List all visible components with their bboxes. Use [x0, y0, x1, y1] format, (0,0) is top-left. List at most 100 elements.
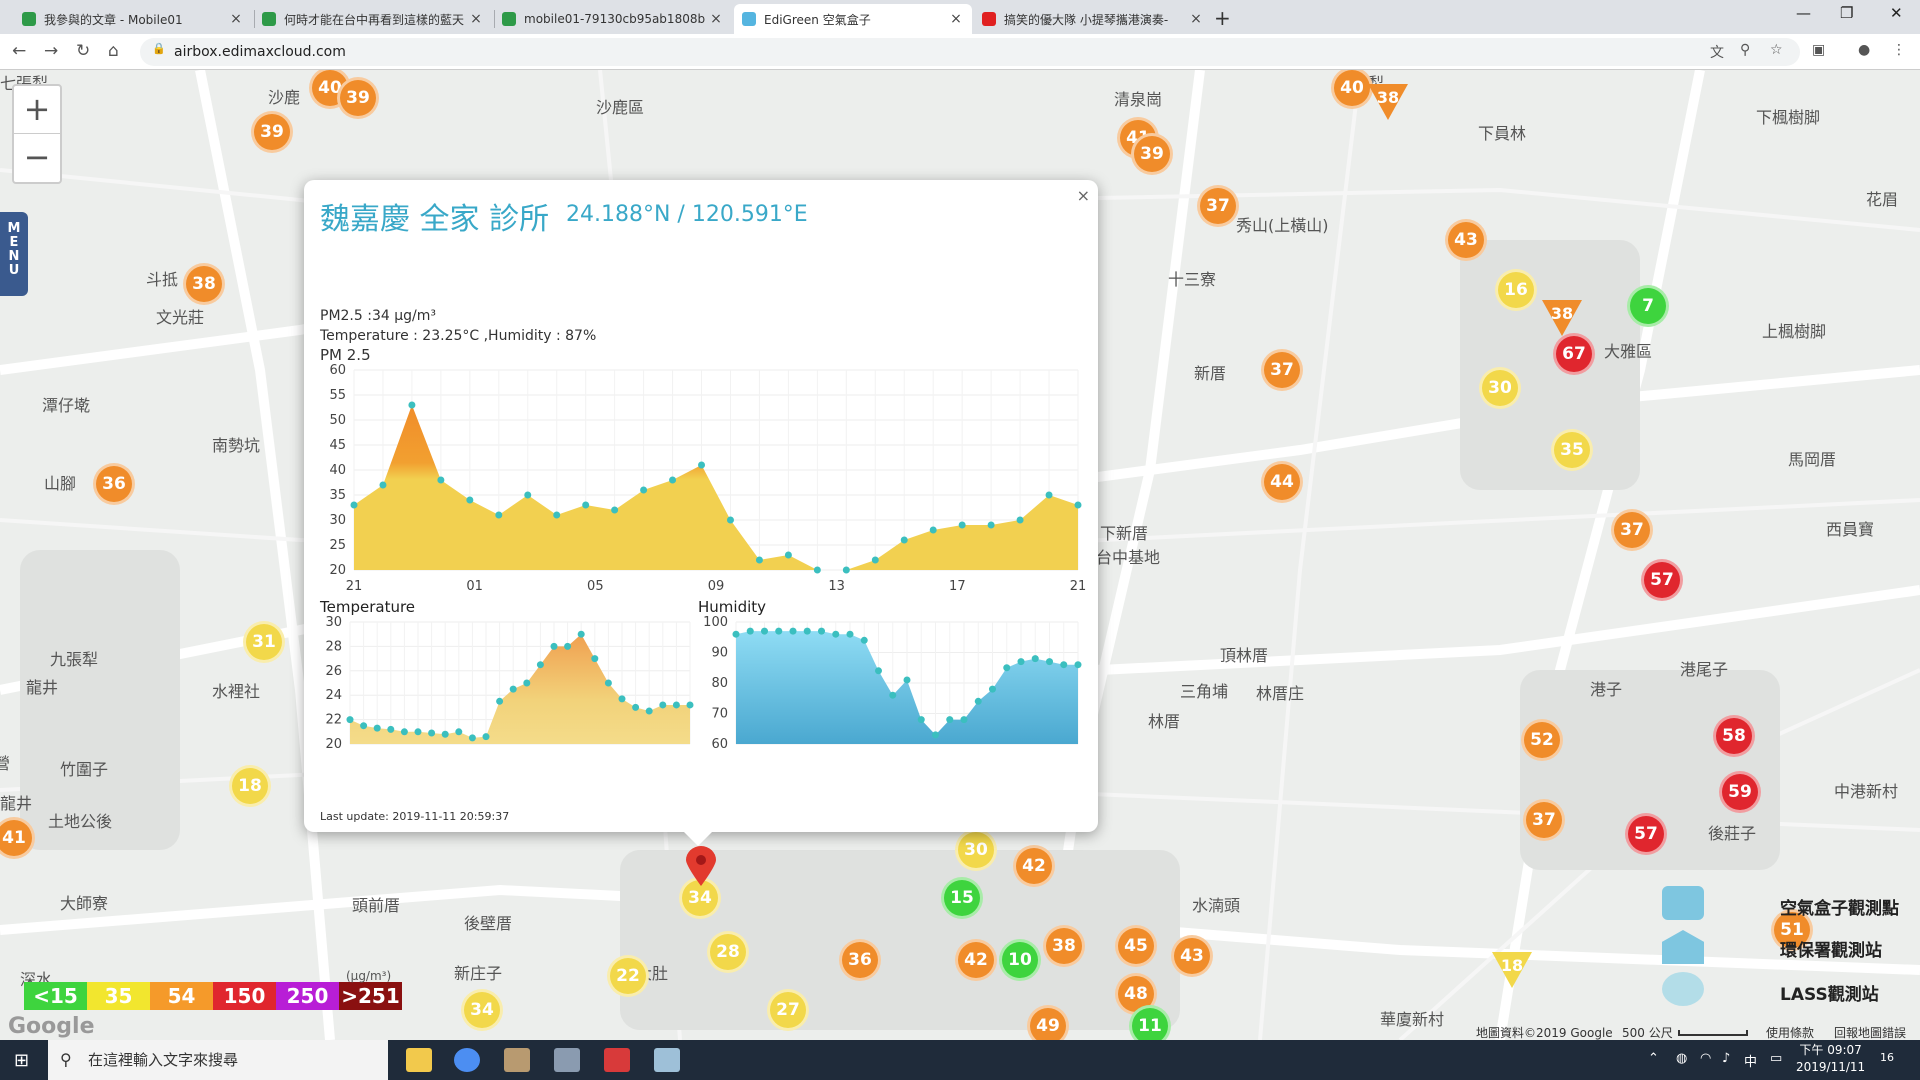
- close-tab-icon[interactable]: ×: [948, 11, 964, 27]
- airbox-marker[interactable]: 10: [999, 939, 1041, 981]
- translate-icon[interactable]: 文: [1710, 42, 1724, 62]
- windows-start-icon[interactable]: ⊞: [14, 1050, 29, 1071]
- restore-button[interactable]: ❐: [1840, 4, 1853, 22]
- wifi-icon[interactable]: ◠: [1700, 1051, 1711, 1066]
- data-point: [917, 716, 925, 724]
- data-point: [360, 722, 368, 730]
- airbox-marker[interactable]: 59: [1719, 771, 1761, 813]
- lass-marker[interactable]: 18: [1492, 952, 1532, 988]
- map[interactable]: 沙鹿區沙鹿清泉崗六張犁下員林下楓樹脚花眉十三寮秀山(上橫山)斗抵文光莊大雅區上楓…: [0, 70, 1920, 1040]
- account-icon[interactable]: ●: [1858, 42, 1870, 58]
- place-label: 土地公後: [48, 812, 113, 831]
- airbox-marker[interactable]: 43: [1171, 935, 1213, 977]
- app-icon-6[interactable]: [654, 1048, 680, 1072]
- airbox-marker[interactable]: 57: [1625, 813, 1667, 855]
- close-tab-icon[interactable]: ×: [468, 11, 484, 27]
- file-explorer-icon[interactable]: [406, 1048, 432, 1072]
- menu-button[interactable]: MENU: [0, 212, 28, 296]
- tab-5[interactable]: 搞笑的優大隊 小提琴攜港演奏- ×: [974, 4, 1212, 34]
- minimize-button[interactable]: —: [1796, 4, 1811, 22]
- bookmark-star-icon[interactable]: ☆: [1770, 42, 1783, 58]
- zoom-in-button[interactable]: +: [14, 86, 60, 134]
- data-point: [900, 536, 908, 544]
- app-icon-3[interactable]: [504, 1048, 530, 1072]
- app-icon-5[interactable]: [604, 1048, 630, 1072]
- home-icon[interactable]: ⌂: [108, 41, 119, 61]
- airbox-marker[interactable]: 57: [1641, 559, 1683, 601]
- airbox-marker[interactable]: 39: [337, 77, 379, 119]
- airbox-marker[interactable]: 39: [1131, 133, 1173, 175]
- ime-indicator[interactable]: 中: [1744, 1051, 1757, 1070]
- airbox-marker[interactable]: 18: [229, 765, 271, 807]
- station-popup: × 魏嘉慶 全家 診所 24.188°N / 120.591°E PM2.5 :…: [304, 180, 1098, 846]
- airbox-marker[interactable]: 37: [1611, 509, 1653, 551]
- airbox-marker[interactable]: 16: [1495, 269, 1537, 311]
- airbox-marker[interactable]: 38: [1043, 925, 1085, 967]
- lass-marker[interactable]: 38: [1542, 300, 1582, 336]
- zoom-out-button[interactable]: −: [14, 134, 60, 182]
- airbox-marker[interactable]: 15: [941, 877, 983, 919]
- airbox-marker[interactable]: 49: [1027, 1005, 1069, 1040]
- close-window-button[interactable]: ✕: [1890, 4, 1903, 22]
- report-error-link[interactable]: 回報地圖錯誤: [1834, 1024, 1906, 1040]
- data-point: [960, 716, 968, 724]
- forward-icon[interactable]: →: [44, 41, 58, 61]
- data-point: [746, 627, 754, 635]
- lass-marker[interactable]: 38: [1368, 84, 1408, 120]
- reload-icon[interactable]: ↻: [76, 41, 90, 61]
- airbox-marker[interactable]: 7: [1627, 285, 1669, 327]
- airbox-marker[interactable]: 30: [1479, 367, 1521, 409]
- airbox-marker[interactable]: 37: [1197, 185, 1239, 227]
- close-tab-icon[interactable]: ×: [708, 11, 724, 27]
- y-tick-label: 60: [711, 737, 728, 752]
- extension-icon[interactable]: ▣: [1812, 42, 1825, 58]
- airbox-marker[interactable]: 44: [1261, 461, 1303, 503]
- volume-icon[interactable]: ♪: [1722, 1051, 1730, 1066]
- tray-up-icon[interactable]: ⌃: [1648, 1051, 1659, 1066]
- taskbar-clock[interactable]: 下午 09:07 2019/11/11: [1796, 1042, 1865, 1076]
- tab-2[interactable]: 何時才能在台中再看到這樣的藍天 ×: [254, 4, 492, 34]
- zoom-icon[interactable]: ⚲: [1740, 42, 1750, 58]
- notification-count[interactable]: 16: [1880, 1051, 1894, 1064]
- airbox-marker[interactable]: 58: [1713, 715, 1755, 757]
- menu-dots-icon[interactable]: ⋮: [1892, 42, 1906, 58]
- airbox-marker[interactable]: 42: [1013, 845, 1055, 887]
- airbox-marker[interactable]: 52: [1521, 719, 1563, 761]
- airbox-marker[interactable]: 27: [767, 989, 809, 1031]
- airbox-marker[interactable]: 30: [955, 829, 997, 871]
- chrome-icon[interactable]: [454, 1048, 480, 1072]
- airbox-marker[interactable]: 42: [955, 939, 997, 981]
- airbox-marker[interactable]: 34: [461, 989, 503, 1031]
- back-icon[interactable]: ←: [12, 41, 26, 61]
- airbox-marker[interactable]: 37: [1523, 799, 1565, 841]
- tab-1[interactable]: 我參與的文章 - Mobile01 ×: [14, 4, 252, 34]
- close-icon[interactable]: ×: [1077, 186, 1090, 205]
- airbox-marker[interactable]: 31: [243, 621, 285, 663]
- x-tick-label: 21: [1070, 579, 1087, 594]
- app-icon-4[interactable]: [554, 1048, 580, 1072]
- airbox-marker[interactable]: 45: [1115, 925, 1157, 967]
- location-pin-icon[interactable]: [686, 846, 716, 886]
- close-tab-icon[interactable]: ×: [228, 11, 244, 27]
- taskbar-search[interactable]: 在這裡輸入文字來搜尋: [48, 1040, 388, 1080]
- airbox-marker[interactable]: 38: [183, 263, 225, 305]
- airbox-marker[interactable]: 43: [1445, 219, 1487, 261]
- airbox-marker[interactable]: 39: [251, 111, 293, 153]
- airbox-marker[interactable]: 37: [1261, 349, 1303, 391]
- tab-4[interactable]: EdiGreen 空氣盒子 ×: [734, 4, 972, 34]
- search-icon: ⚲: [60, 1050, 72, 1069]
- airbox-marker[interactable]: 67: [1553, 333, 1595, 375]
- close-tab-icon[interactable]: ×: [1188, 11, 1204, 27]
- new-tab-button[interactable]: +: [1214, 6, 1231, 30]
- keyboard-icon[interactable]: ▭: [1770, 1051, 1782, 1066]
- network-icon[interactable]: ◍: [1676, 1051, 1687, 1066]
- address-bar[interactable]: airbox.edimaxcloud.com: [140, 38, 1800, 66]
- terms-link[interactable]: 使用條款: [1766, 1024, 1814, 1040]
- airbox-marker[interactable]: 11: [1129, 1005, 1171, 1040]
- airbox-marker[interactable]: 35: [1551, 429, 1593, 471]
- airbox-marker[interactable]: 36: [93, 463, 135, 505]
- airbox-marker[interactable]: 22: [607, 955, 649, 997]
- tab-3[interactable]: mobile01-79130cb95ab1808b ×: [494, 4, 732, 34]
- airbox-marker[interactable]: 36: [839, 939, 881, 981]
- airbox-marker[interactable]: 28: [707, 931, 749, 973]
